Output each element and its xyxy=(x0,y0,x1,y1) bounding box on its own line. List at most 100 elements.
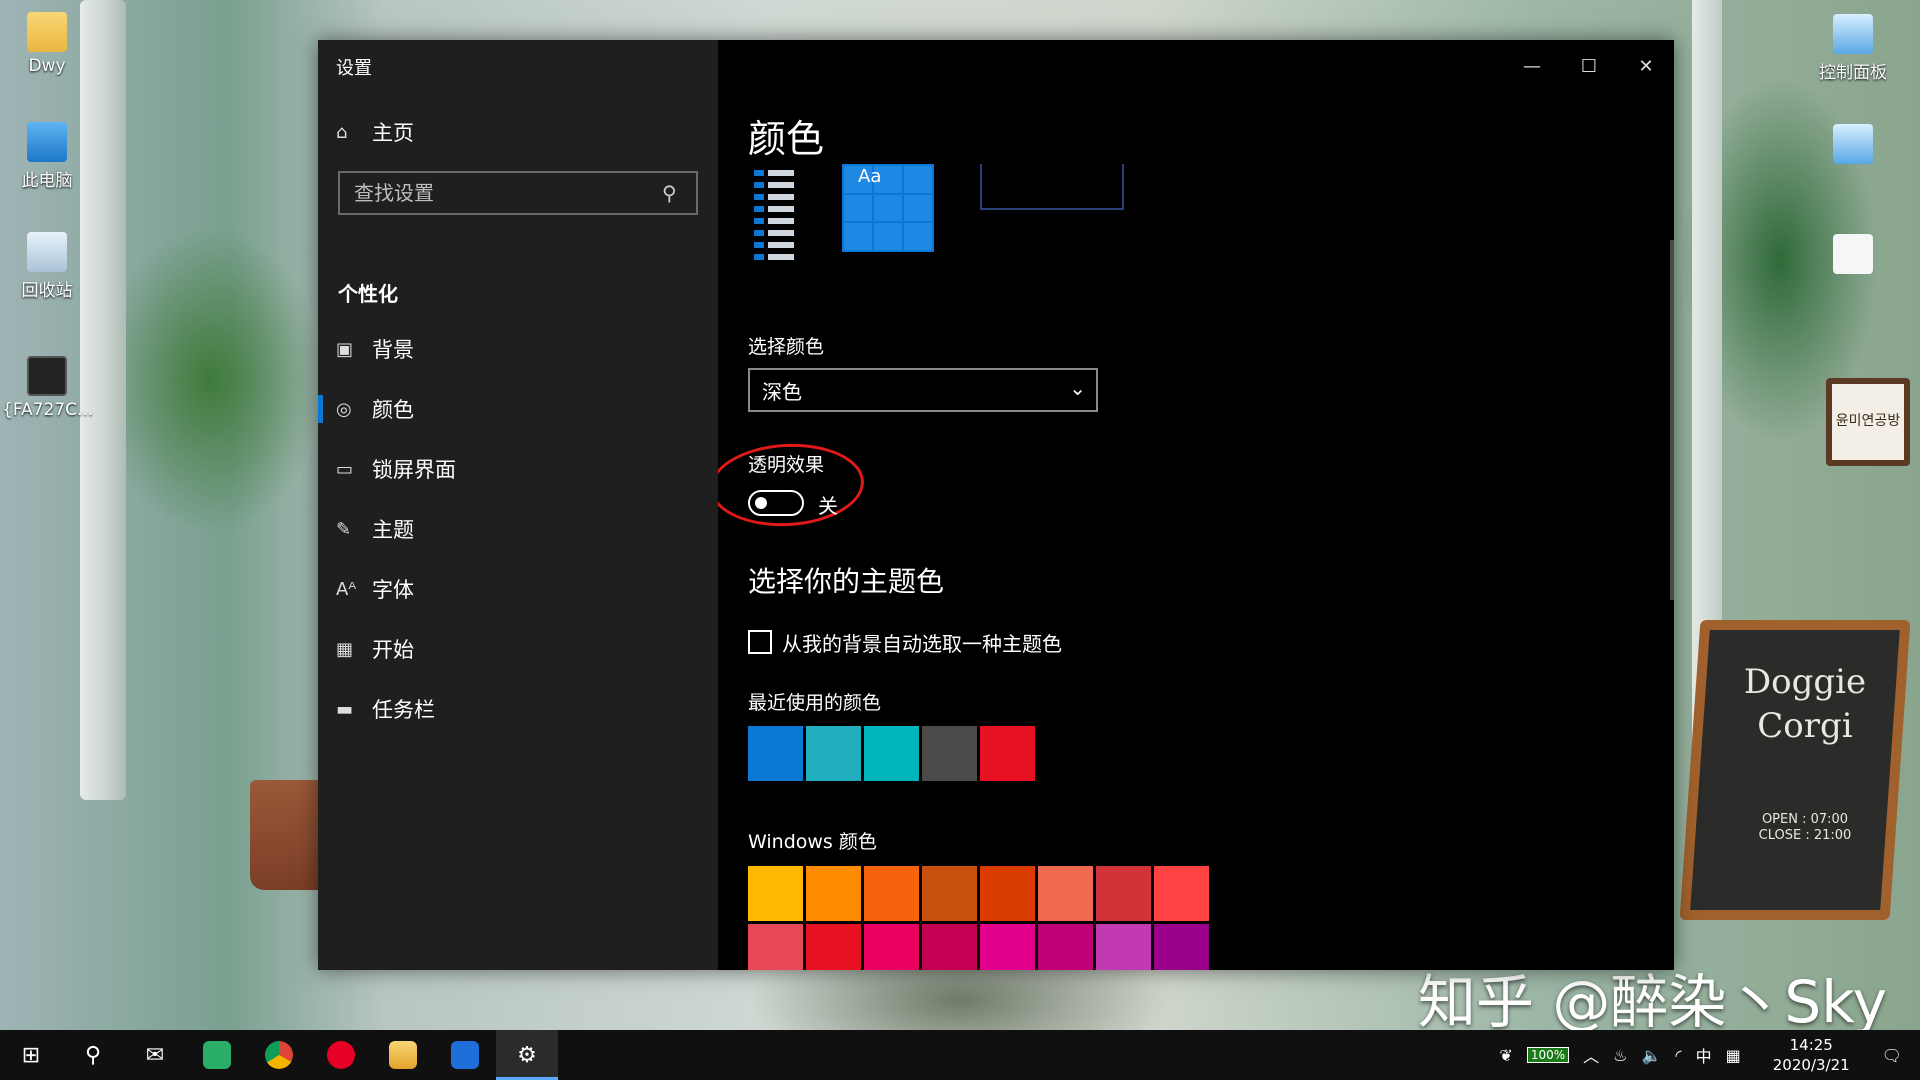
search-icon: ⚲ xyxy=(84,1042,102,1068)
windows-color-swatch-row2-5[interactable] xyxy=(980,924,1035,970)
leaf-icon[interactable]: ❦ xyxy=(1499,1046,1512,1065)
windows-color-swatch-3[interactable] xyxy=(864,866,919,921)
sidebar-item-colors[interactable]: ◎ 颜色 xyxy=(318,385,718,433)
transparency-toggle[interactable] xyxy=(748,490,804,516)
sidebar-item-fonts[interactable]: Aᴬ 字体 xyxy=(318,565,718,613)
dropdown-value: 深色 xyxy=(762,379,802,404)
volume-icon[interactable]: 🔈 xyxy=(1642,1046,1662,1065)
sidebar-item-start[interactable]: ▦ 开始 xyxy=(318,625,718,673)
search-icon[interactable]: ⚲ xyxy=(662,181,677,205)
sidebar-item-label: 背景 xyxy=(372,338,414,362)
recycle-bin-icon xyxy=(27,232,67,272)
close-button[interactable]: ✕ xyxy=(1618,46,1674,86)
desktop-icon-label: Dwy xyxy=(28,56,66,76)
sidebar-item-label: 开始 xyxy=(372,638,414,662)
recent-color-swatch-1[interactable] xyxy=(748,726,803,781)
windows-color-swatch-5[interactable] xyxy=(980,866,1035,921)
windows-start-icon: ⊞ xyxy=(21,1042,41,1068)
windows-color-swatch-row2-3[interactable] xyxy=(864,924,919,970)
windows-color-swatch-row2-1[interactable] xyxy=(748,924,803,970)
font-icon: Aᴬ xyxy=(336,578,357,600)
windows-color-swatch-row2-2[interactable] xyxy=(806,924,861,970)
file-explorer-icon xyxy=(389,1041,417,1069)
sidebar-item-background[interactable]: ▣ 背景 xyxy=(318,325,718,373)
sidebar-item-lock-screen[interactable]: ▭ 锁屏界面 xyxy=(318,445,718,493)
battery-indicator[interactable]: 100% xyxy=(1526,1047,1570,1063)
windows-color-swatch-8[interactable] xyxy=(1154,866,1209,921)
notification-icon[interactable]: 🗨 xyxy=(1882,1046,1902,1065)
control-panel-icon xyxy=(1833,124,1873,164)
desktop-icon-recycle-bin[interactable]: 回收站 xyxy=(2,232,92,301)
windows-color-swatch-7[interactable] xyxy=(1096,866,1151,921)
ime-indicator[interactable]: 中 xyxy=(1696,1043,1712,1067)
wechat-button[interactable] xyxy=(186,1030,248,1080)
lock-screen-icon: ▭ xyxy=(336,458,354,480)
minimize-button[interactable]: — xyxy=(1504,46,1560,86)
palette-icon: ◎ xyxy=(336,398,352,420)
sidebar-item-themes[interactable]: ✎ 主题 xyxy=(318,505,718,553)
sidebar-item-label: 主页 xyxy=(372,121,414,145)
clock-date: 2020/3/21 xyxy=(1772,1056,1850,1074)
theme-brush-icon: ✎ xyxy=(336,518,352,540)
auto-accent-label: 从我的背景自动选取一种主题色 xyxy=(782,632,1062,656)
recent-colors-label: 最近使用的颜色 xyxy=(748,692,882,714)
search-button[interactable]: ⚲ xyxy=(62,1030,124,1080)
maximize-button[interactable]: ☐ xyxy=(1561,46,1617,86)
wifi-icon[interactable]: ◜ xyxy=(1675,1046,1681,1065)
mail-button[interactable]: ✉ xyxy=(124,1030,186,1080)
chevron-up-icon[interactable]: ︿ xyxy=(1583,1043,1599,1067)
accent-color-heading: 选择你的主题色 xyxy=(748,565,945,598)
folder-user-icon xyxy=(27,12,67,52)
desktop-icon-control-panel[interactable]: 控制面板 xyxy=(1808,14,1898,83)
chrome-button[interactable] xyxy=(248,1030,310,1080)
recent-color-swatch-5[interactable] xyxy=(980,726,1035,781)
window-title: 设置 xyxy=(336,58,372,79)
picture-icon: ▣ xyxy=(336,338,354,360)
choose-color-dropdown[interactable]: 深色 ⌄ xyxy=(748,368,1098,412)
windows-color-swatch-2[interactable] xyxy=(806,866,861,921)
ime-grid-icon[interactable]: ▦ xyxy=(1726,1046,1741,1065)
scrollbar[interactable] xyxy=(1670,240,1674,600)
theme-preview-window xyxy=(980,164,1124,210)
remote-app-button[interactable] xyxy=(434,1030,496,1080)
start-button[interactable]: ⊞ xyxy=(0,1030,62,1080)
netease-music-button[interactable] xyxy=(310,1030,372,1080)
windows-color-swatch-6[interactable] xyxy=(1038,866,1093,921)
desktop-icon-dwy[interactable]: Dwy xyxy=(2,12,92,76)
chevron-down-icon: ⌄ xyxy=(1069,376,1086,400)
windows-color-swatch-row2-7[interactable] xyxy=(1096,924,1151,970)
windows-color-swatch-4[interactable] xyxy=(922,866,977,921)
sidebar-item-home[interactable]: ⌂ 主页 xyxy=(318,108,718,156)
recent-color-swatch-2[interactable] xyxy=(806,726,861,781)
tray-app-icon[interactable]: ♨ xyxy=(1613,1046,1627,1065)
taskbar: ⊞ ⚲ ✉ ⚙ ❦ 100% ︿ ♨ 🔈 ◜ 中 ▦ 14:25 2020/3/… xyxy=(0,1030,1920,1080)
windows-colors-label: Windows 颜色 xyxy=(748,831,877,853)
settings-taskbar-button[interactable]: ⚙ xyxy=(496,1030,558,1080)
recent-color-swatch-3[interactable] xyxy=(864,726,919,781)
settings-icon: ⚙ xyxy=(517,1042,537,1068)
windows-color-swatch-row2-4[interactable] xyxy=(922,924,977,970)
desktop-icon-video-file[interactable]: {FA727C... xyxy=(2,356,93,420)
auto-accent-checkbox[interactable] xyxy=(748,630,772,654)
desktop-icon-this-pc[interactable]: 此电脑 xyxy=(2,122,92,191)
file-explorer-button[interactable] xyxy=(372,1030,434,1080)
theme-preview-aa: Aa xyxy=(858,166,882,187)
windows-color-swatch-row2-8[interactable] xyxy=(1154,924,1209,970)
clock[interactable]: 14:25 2020/3/21 xyxy=(1766,1035,1857,1075)
remote-app-icon xyxy=(451,1041,479,1069)
theme-preview-tiles xyxy=(842,164,934,252)
theme-preview-list xyxy=(754,164,794,260)
windows-color-swatch-1[interactable] xyxy=(748,866,803,921)
clock-time: 14:25 xyxy=(1789,1036,1833,1054)
computer-icon xyxy=(27,122,67,162)
search-input[interactable] xyxy=(338,171,698,215)
desktop-icon-control-panel-2[interactable] xyxy=(1808,124,1898,168)
sidebar-item-label: 主题 xyxy=(372,518,414,542)
desktop-icon-file[interactable] xyxy=(1808,234,1898,278)
start-grid-icon: ▦ xyxy=(336,638,354,660)
mail-icon: ✉ xyxy=(145,1042,165,1068)
windows-color-swatch-row2-6[interactable] xyxy=(1038,924,1093,970)
settings-window: 设置 ⌂ 主页 ⚲ 个性化 ▣ 背景 ◎ 颜色 ▭ 锁屏界面 ✎ 主题 Aᴬ 字… xyxy=(318,40,1674,970)
sidebar-item-taskbar[interactable]: ▬ 任务栏 xyxy=(318,685,718,733)
recent-color-swatch-4[interactable] xyxy=(922,726,977,781)
